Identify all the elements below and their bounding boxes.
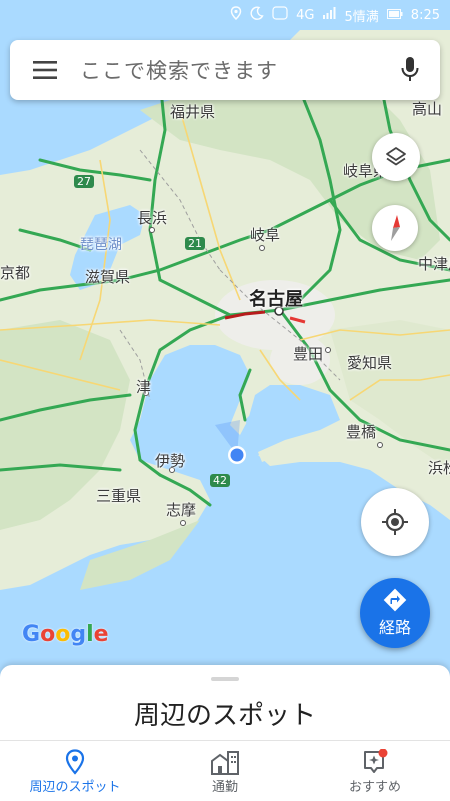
map-label-toyota: 豊田 [293,345,324,363]
search-bar[interactable]: ここで検索できます [10,40,440,100]
map-label-nakatsugawa: 中津川 [418,255,450,273]
signal-icon [322,7,337,23]
tab-commute[interactable]: 通勤 [150,741,300,801]
status-bar: 4G 5情满 8:25 [0,0,450,30]
map-label-biwako: 琵琶湖 [80,237,122,253]
route-shield-42: 42 [210,474,230,487]
search-input[interactable]: ここで検索できます [80,55,380,85]
voice-search-button[interactable] [380,40,440,100]
do-not-disturb-icon [250,6,264,24]
map-label-toyohashi: 豊橋 [346,423,377,441]
crosshair-icon [382,509,408,535]
commute-buildings-icon [211,750,239,775]
google-logo: Google [22,622,109,647]
location-pin-icon [65,748,85,775]
map-label-nagoya: 名古屋 [249,289,303,310]
map-label-nagahama: 長浜 [137,209,168,227]
tab-for-you[interactable]: おすすめ [300,741,450,801]
map-label-fukui: 福井県 [170,103,216,121]
hamburger-menu-icon [33,61,57,79]
compass-icon [391,215,400,241]
sheet-drag-handle[interactable] [211,677,239,681]
map-label-shima: 志摩 [166,501,197,519]
tab-explore-label: 周辺のスポット [29,779,121,795]
tab-explore[interactable]: 周辺のスポット [0,741,150,801]
map-label-hamamatsu: 浜松 [428,459,450,477]
volte-icon [272,6,288,24]
location-status-icon [230,6,242,24]
map-label-tsu: 津 [136,378,152,396]
map-label-takayama: 高山 [412,100,443,118]
layers-button[interactable] [372,133,420,181]
sheet-title: 周辺のスポット [133,701,316,731]
route-shield-27: 27 [74,175,94,188]
map-label-aichi: 愛知県 [347,354,393,372]
route-shield-21: 21 [185,237,205,250]
layers-icon [386,147,406,166]
menu-button[interactable] [10,40,80,100]
network-type: 4G [296,7,315,23]
directions-button[interactable]: 経路 [360,578,430,648]
map-label-gifu: 岐阜 [250,226,281,244]
for-you-sparkle-icon [364,748,388,773]
directions-label: 経路 [378,618,411,637]
bottom-navigation: 周辺のスポット 通勤 おすすめ [0,740,450,801]
tab-commute-label: 通勤 [211,779,238,795]
explore-sheet[interactable]: 周辺のスポット [0,665,450,740]
map-label-kyoto: 京都 [0,264,31,282]
map-label-shiga: 滋賀県 [85,268,131,286]
tab-for-you-label: おすすめ [348,779,401,795]
map-label-ise: 伊勢 [155,452,186,470]
status-time: 8:25 [410,7,440,23]
signal-text: 5情满 [344,9,379,25]
map-label-mie: 三重県 [96,487,142,505]
directions-icon [383,588,407,612]
compass-button[interactable] [372,205,418,251]
battery-icon [386,8,403,23]
my-location-button[interactable] [361,488,429,556]
microphone-icon [401,57,419,81]
